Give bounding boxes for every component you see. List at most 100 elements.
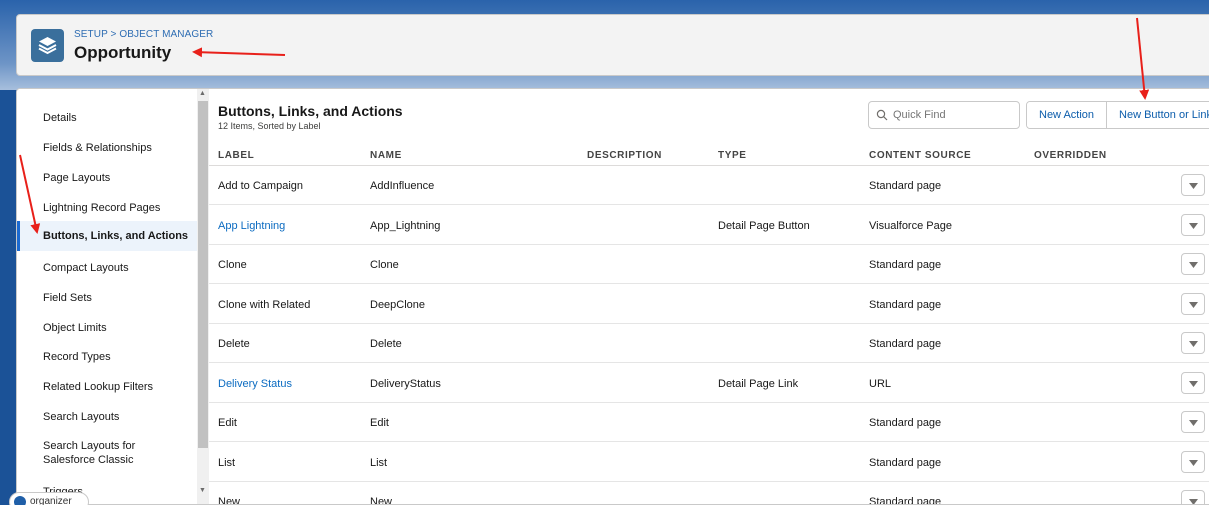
sidebar-item-label: Buttons, Links, and Actions — [43, 230, 189, 242]
chevron-down-icon — [1189, 262, 1198, 268]
sidebar-item-label: Related Lookup Filters — [43, 381, 154, 393]
cell-label[interactable]: Delivery Status — [218, 378, 292, 390]
object-header: SETUP > OBJECT MANAGER Opportunity — [16, 14, 1209, 76]
sidebar-item-label: Compact Layouts — [43, 262, 129, 274]
cell-label: Clone — [218, 259, 247, 271]
column-header-name[interactable]: NAME — [370, 150, 402, 161]
cell-source: Standard page — [869, 298, 942, 311]
row-actions-dropdown[interactable] — [1181, 213, 1205, 236]
sidebar-item-related-lookup-filters[interactable]: Related Lookup Filters — [17, 380, 197, 394]
chevron-down-icon — [1189, 459, 1198, 466]
row-actions-dropdown[interactable] — [1181, 371, 1205, 394]
sidebar-item-label: Fields & Relationships — [43, 142, 152, 154]
table-row: Clone Clone Standard page — [209, 245, 1209, 284]
column-header-description[interactable]: DESCRIPTION — [587, 150, 662, 161]
row-actions-dropdown[interactable] — [1181, 253, 1205, 275]
cell-name: Edit — [370, 417, 389, 429]
sidebar-item-buttons-links-actions[interactable]: Buttons, Links, and Actions — [17, 221, 197, 251]
sidebar-item-compact-layouts[interactable]: Compact Layouts — [17, 261, 197, 275]
sidebar-item-label: Lightning Record Pages — [43, 202, 161, 214]
sidebar-item-label: Object Limits — [43, 322, 107, 334]
cell-label: Clone with Related — [218, 298, 311, 311]
cell-label: New — [218, 496, 241, 505]
column-header-content-source[interactable]: CONTENT SOURCE — [869, 150, 971, 161]
sidebar-item-label: Page Layouts — [43, 172, 111, 184]
organizer-badge[interactable]: organizer — [9, 492, 89, 505]
cell-label: Add to Campaign — [218, 180, 303, 192]
sidebar-item-lightning-record-pages[interactable]: Lightning Record Pages — [17, 201, 197, 215]
cell-source: Standard page — [869, 417, 942, 429]
row-actions-dropdown[interactable] — [1181, 450, 1205, 473]
cell-source: Standard page — [869, 456, 942, 469]
cell-name: List — [370, 456, 388, 469]
cell-name: DeepClone — [370, 298, 426, 311]
table-row: New New Standard page — [209, 482, 1209, 505]
breadcrumb[interactable]: SETUP > OBJECT MANAGER — [74, 29, 213, 40]
cell-source: Standard page — [869, 180, 942, 192]
new-button-or-link-button[interactable]: New Button or Link — [1106, 102, 1209, 128]
cell-source: URL — [869, 377, 892, 390]
row-actions-dropdown[interactable] — [1181, 292, 1205, 315]
action-button-group: New Action New Button or Link — [1026, 101, 1209, 129]
table-row: List List Standard page — [209, 443, 1209, 482]
cell-source: Standard page — [869, 338, 942, 350]
sidebar-item-object-limits[interactable]: Object Limits — [17, 321, 197, 335]
sidebar-item-label-line2: Salesforce Classic — [43, 454, 134, 466]
cell-name: Delete — [370, 338, 402, 350]
cell-source: Visualforce Page — [869, 219, 952, 232]
sidebar-item-page-layouts[interactable]: Page Layouts — [17, 171, 197, 185]
cell-name: App_Lightning — [370, 219, 441, 232]
sidebar-item-search-layouts[interactable]: Search Layouts — [17, 410, 197, 424]
chevron-down-icon — [1189, 420, 1198, 426]
cell-label[interactable]: App Lightning — [218, 220, 285, 232]
cell-name: DeliveryStatus — [370, 377, 441, 390]
chevron-down-icon — [1189, 380, 1198, 387]
column-header-overridden[interactable]: OVERRIDDEN — [1034, 150, 1107, 161]
scroll-down-icon[interactable]: ▼ — [199, 487, 206, 494]
section-title: Buttons, Links, and Actions — [218, 103, 403, 119]
cell-label: List — [218, 456, 236, 469]
sidebar-item-search-layouts-classic[interactable]: Search Layouts for Salesforce Classic — [17, 439, 197, 467]
column-header-label[interactable]: LABEL — [218, 150, 254, 161]
scroll-up-icon[interactable]: ▲ — [199, 90, 206, 97]
row-actions-dropdown[interactable] — [1181, 174, 1205, 196]
scroll-thumb[interactable] — [198, 101, 208, 448]
table-row: Edit Edit Standard page — [209, 403, 1209, 442]
cell-name: Clone — [370, 259, 399, 271]
table-row: Delete Delete Standard page — [209, 324, 1209, 363]
sidebar-scrollbar[interactable]: ▲ ▼ — [197, 89, 209, 504]
sidebar-item-details[interactable]: Details — [17, 111, 197, 125]
sidebar-item-label: Field Sets — [43, 292, 92, 304]
sidebar-item-field-sets[interactable]: Field Sets — [17, 291, 197, 305]
chevron-down-icon — [1189, 222, 1198, 229]
sidebar-item-label: Search Layouts for — [43, 440, 136, 452]
row-actions-dropdown[interactable] — [1181, 411, 1205, 433]
sidebar-item-label: Record Types — [43, 351, 111, 363]
sidebar-item-record-types[interactable]: Record Types — [17, 350, 197, 364]
chevron-down-icon — [1189, 341, 1198, 347]
content-area: Buttons, Links, and Actions 12 Items, So… — [209, 89, 1209, 505]
cell-type: Detail Page Link — [718, 377, 799, 390]
chevron-down-icon — [1189, 183, 1198, 189]
row-actions-dropdown[interactable] — [1181, 490, 1205, 504]
sidebar-item-label: Search Layouts — [43, 411, 120, 423]
table-row: Clone with Related DeepClone Standard page — [209, 285, 1209, 324]
main-panel: Details Fields & Relationships Page Layo… — [16, 88, 1209, 505]
table-row: Delivery Status DeliveryStatus Detail Page… — [209, 364, 1209, 403]
sidebar-item-fields-relationships[interactable]: Fields & Relationships — [17, 141, 197, 155]
section-subtitle: 12 Items, Sorted by Label — [218, 121, 321, 131]
table-row: Add to Campaign AddInfluence Standard page — [209, 166, 1209, 205]
column-header-type[interactable]: TYPE — [718, 150, 747, 161]
layers-icon — [31, 29, 64, 62]
cell-source: Standard page — [869, 259, 942, 271]
cell-name: New — [370, 496, 393, 505]
new-action-button[interactable]: New Action — [1027, 102, 1107, 128]
search-icon — [876, 109, 888, 121]
page-title: Opportunity — [74, 43, 172, 62]
quick-find-input[interactable] — [868, 101, 1020, 129]
sidebar-item-label: Details — [43, 112, 77, 124]
chevron-down-icon — [1189, 499, 1198, 504]
organizer-label: organizer — [30, 496, 72, 505]
cell-type: Detail Page Button — [718, 219, 810, 232]
row-actions-dropdown[interactable] — [1181, 332, 1205, 354]
